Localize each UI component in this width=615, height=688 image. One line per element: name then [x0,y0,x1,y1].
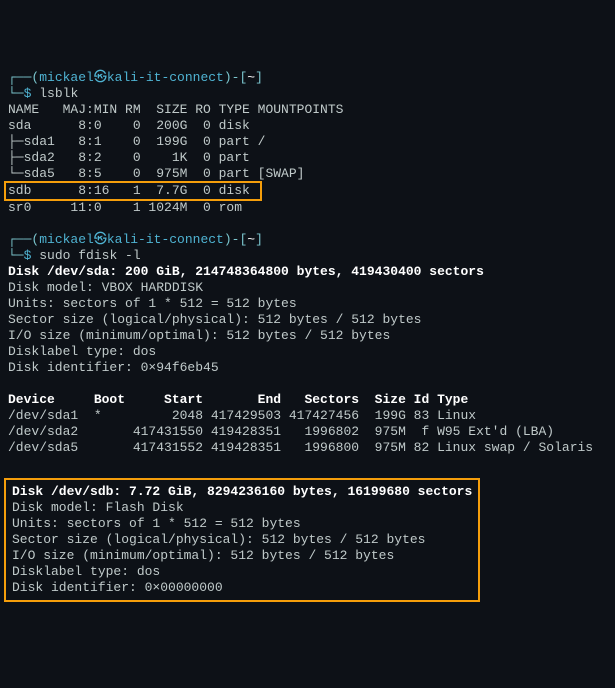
partition-row: /dev/sda5 417431552 419428351 1996800 97… [8,440,593,455]
disk-sdb-info: Disk identifier: 0×00000000 [12,580,223,595]
partition-row: /dev/sda2 417431550 419428351 1996802 97… [8,424,554,439]
disk-sdb-info: Sector size (logical/physical): 512 byte… [12,532,425,547]
disk-sda-info: I/O size (minimum/optimal): 512 bytes / … [8,328,390,343]
partition-header: Device Boot Start End Sectors Size Id Ty… [8,392,468,407]
disk-sda-info: Sector size (logical/physical): 512 byte… [8,312,421,327]
command-lsblk: lsblk [39,86,78,101]
prompt-line2: └─ [8,248,24,263]
prompt-close: )-[ [224,70,247,85]
disk-sda-info: Disk identifier: 0×94f6eb45 [8,360,219,375]
prompt-open: ┌──( [8,70,39,85]
prompt-at: ㉿ [94,232,107,247]
disk-sdb-info: Disk model: Flash Disk [12,500,230,515]
lsblk-row: └─sda5 8:5 0 975M 0 part [SWAP] [8,166,304,181]
command-fdisk: sudo fdisk -l [39,248,140,263]
disk-sda-info: Disk model: VBOX HARDDISK [8,280,226,295]
prompt-host: kali-it-connect [107,70,224,85]
lsblk-header: NAME MAJ:MIN RM SIZE RO TYPE MOUNTPOINTS [8,102,343,117]
prompt-user: mickael [39,232,94,247]
prompt-symbol: $ [24,86,32,101]
prompt-open: ┌──( [8,232,39,247]
prompt-close: )-[ [224,232,247,247]
prompt-end: ] [255,232,263,247]
lsblk-row: ├─sda1 8:1 0 199G 0 part / [8,134,265,149]
prompt-host: kali-it-connect [107,232,224,247]
disk-sda-info: Disklabel type: dos [8,344,156,359]
prompt-symbol: $ [24,248,32,263]
disk-sdb-info: Units: sectors of 1 * 512 = 512 bytes [12,516,301,531]
terminal-output: ┌──(mickael㉿kali-it-connect)-[~] └─$ lsb… [8,70,607,602]
disk-sdb-info: Disklabel type: dos [12,564,160,579]
prompt-end: ] [255,70,263,85]
prompt-path: ~ [247,70,255,85]
lsblk-row: sr0 11:0 1 1024M 0 rom [8,200,258,215]
disk-sda-info: Units: sectors of 1 * 512 = 512 bytes [8,296,297,311]
lsblk-row: sda 8:0 0 200G 0 disk [8,118,258,133]
prompt-user: mickael [39,70,94,85]
highlighted-sdb-block: Disk /dev/sdb: 7.72 GiB, 8294236160 byte… [4,478,480,602]
prompt-line2: └─ [8,86,24,101]
disk-sda-title: Disk /dev/sda: 200 GiB, 214748364800 byt… [8,264,484,279]
prompt-path: ~ [247,232,255,247]
disk-sdb-info: I/O size (minimum/optimal): 512 bytes / … [12,548,394,563]
highlighted-sdb-row: sdb 8:16 1 7.7G 0 disk [4,181,262,201]
partition-row: /dev/sda1 * 2048 417429503 417427456 199… [8,408,476,423]
prompt-at: ㉿ [94,70,107,85]
disk-sdb-title: Disk /dev/sdb: 7.72 GiB, 8294236160 byte… [12,484,472,499]
lsblk-row: ├─sda2 8:2 0 1K 0 part [8,150,258,165]
